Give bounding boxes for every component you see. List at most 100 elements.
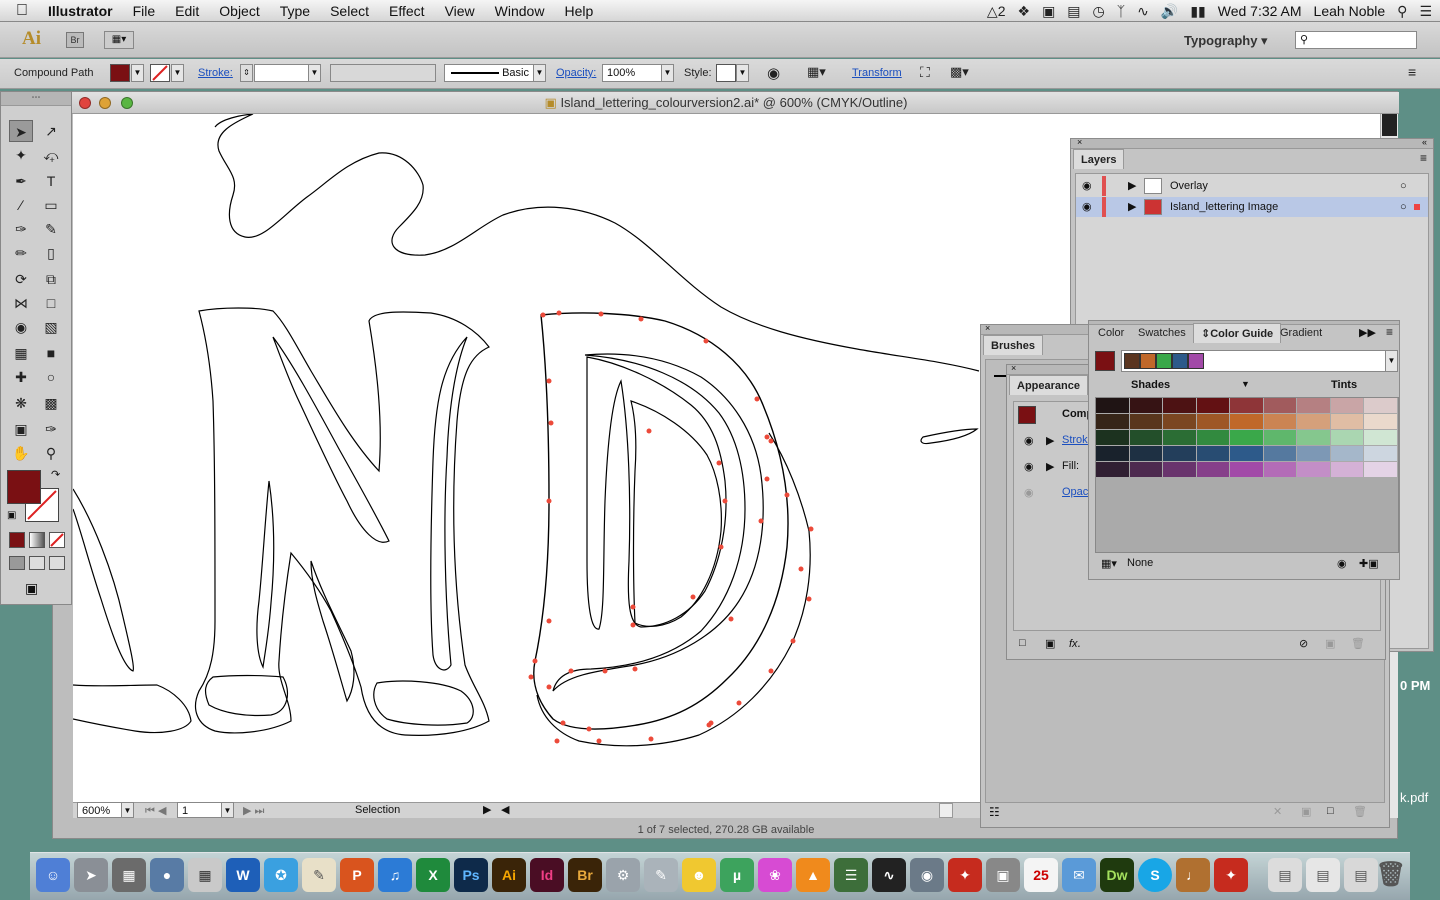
variation-swatch[interactable] [1364, 398, 1397, 413]
harmony-dropdown-arrow[interactable]: ▼ [1385, 350, 1398, 372]
hand-tool-icon[interactable]: ✋ [9, 442, 33, 464]
eraser-tool-icon[interactable]: ▯ [39, 242, 63, 264]
column-graph-tool-icon[interactable]: ▩ [39, 392, 63, 414]
scroll-up-arrow[interactable] [1382, 114, 1397, 136]
shades-tints-arrow-icon[interactable]: ▼ [1241, 379, 1250, 389]
variation-swatch[interactable] [1196, 446, 1229, 461]
menu-effect[interactable]: Effect [379, 3, 435, 19]
layer-name[interactable]: Overlay [1170, 176, 1208, 196]
horizontal-scroll-thumb[interactable] [939, 803, 953, 818]
color-guide-menu-icon[interactable]: ≡ [1386, 325, 1393, 339]
layer-row-island-lettering[interactable]: ◉ ▶ Island_lettering Image ○ [1076, 197, 1428, 217]
bluetooth-icon[interactable]: ᛉ [1117, 3, 1125, 19]
preview-icon[interactable]: ✎ [644, 858, 678, 892]
brush-definition-dropdown[interactable]: Basic [444, 64, 534, 82]
default-colors-icon[interactable]: ▣ [7, 510, 16, 521]
variation-swatch[interactable] [1129, 414, 1162, 429]
spotlight-icon[interactable]: ⚲ [1397, 3, 1407, 20]
new-brush-icon[interactable]: □ [1327, 805, 1334, 817]
layers-collapse-icon[interactable]: « [1422, 137, 1427, 147]
zoom-dropdown-arrow[interactable]: ▼ [121, 802, 134, 818]
menu-object[interactable]: Object [209, 3, 269, 19]
gradient-tool-icon[interactable]: ■ [39, 342, 63, 364]
save-color-group-icon[interactable]: ✚▣ [1359, 557, 1379, 570]
variation-swatch[interactable] [1330, 414, 1363, 429]
dreamweaver-icon[interactable]: Dw [1100, 858, 1134, 892]
variation-swatch[interactable] [1129, 430, 1162, 445]
acrobat-reader-icon[interactable]: ✦ [948, 858, 982, 892]
expand-triangle-icon[interactable]: ▶ [1128, 197, 1136, 217]
stroke-weight-input[interactable] [254, 64, 310, 82]
word-icon[interactable]: W [226, 858, 260, 892]
brush-libraries-icon[interactable]: ☷ [989, 805, 1000, 819]
variation-swatch[interactable] [1163, 430, 1196, 445]
garageband-icon[interactable]: ♩ [1176, 858, 1210, 892]
variation-swatch[interactable] [1129, 398, 1162, 413]
menu-file[interactable]: File [123, 3, 166, 19]
variation-swatch[interactable] [1163, 462, 1196, 477]
type-tool-icon[interactable]: T [39, 170, 63, 192]
activity-monitor-icon[interactable]: ∿ [872, 858, 906, 892]
expand-triangle-icon[interactable]: ▶ [1128, 176, 1136, 196]
cyberduck-icon[interactable]: ☻ [682, 858, 716, 892]
transform-link[interactable]: Transform [852, 67, 902, 79]
mesh-tool-icon[interactable]: ▦ [9, 342, 33, 364]
scroll-left-arrow[interactable]: ◀ [501, 803, 509, 816]
screen-icon[interactable]: ▤ [1067, 3, 1080, 20]
layers-panel-titlebar[interactable]: × « [1071, 137, 1433, 149]
opacity-attribute-link[interactable]: Opaci [1062, 486, 1091, 498]
safari-icon[interactable]: ✪ [264, 858, 298, 892]
skype-icon[interactable]: S [1138, 858, 1172, 892]
adobe-tray-icon[interactable]: △2 [987, 3, 1006, 20]
bridge-button[interactable]: Br [66, 32, 84, 48]
variation-swatch[interactable] [1196, 430, 1229, 445]
variation-swatch[interactable] [1330, 430, 1363, 445]
visibility-eye-icon[interactable]: ◉ [1082, 197, 1092, 217]
variation-swatch[interactable] [1330, 398, 1363, 413]
envelope-icon[interactable]: ▩▾ [950, 64, 969, 80]
illustrator-dock-icon[interactable]: Ai [492, 858, 526, 892]
variation-swatch[interactable] [1263, 430, 1296, 445]
photoshop-icon[interactable]: Ps [454, 858, 488, 892]
variation-swatch[interactable] [1230, 398, 1263, 413]
clear-appearance-icon[interactable]: ⊘ [1299, 637, 1308, 650]
clock[interactable]: Wed 7:32 AM [1218, 3, 1302, 19]
calculator-icon[interactable]: ▦ [188, 858, 222, 892]
stroke-weight-dropdown[interactable]: ▼ [308, 64, 321, 82]
slice-tool-icon[interactable]: ✑ [39, 418, 63, 440]
time-machine-icon[interactable]: ◷ [1093, 3, 1105, 20]
tab-color[interactable]: Color [1091, 323, 1131, 343]
pdf-stack-icon[interactable]: ▤ [1344, 858, 1378, 892]
add-new-effect-icon[interactable]: fx․ [1069, 637, 1081, 650]
more-tabs-icon[interactable]: ▶▶ [1359, 326, 1376, 339]
fill-swatch[interactable] [110, 64, 130, 82]
edit-colors-icon[interactable]: ◉ [1337, 557, 1347, 570]
first-artboard-button[interactable]: ⏮ ◀ [145, 804, 166, 818]
pinwheel-app-icon[interactable]: ❀ [758, 858, 792, 892]
screen-mode-icon[interactable]: ▣ [25, 580, 38, 597]
variation-swatch[interactable] [1297, 462, 1330, 477]
scale-tool-icon[interactable]: ⧉ [39, 268, 63, 290]
brushes-close-icon[interactable]: × [985, 323, 990, 333]
utorrent-icon[interactable]: µ [720, 858, 754, 892]
none-mode-button[interactable] [49, 532, 65, 548]
opacity-dropdown-arrow[interactable]: ▼ [661, 64, 674, 82]
variation-swatch[interactable] [1364, 414, 1397, 429]
direct-selection-tool-icon[interactable]: ↗ [39, 120, 63, 142]
help-search-input[interactable]: ⚲ [1295, 31, 1417, 49]
isolate-icon[interactable]: ⛶ [920, 64, 930, 81]
indesign-icon[interactable]: Id [530, 858, 564, 892]
stroke-label-link[interactable]: Stroke: [198, 67, 233, 79]
visibility-eye-icon[interactable]: ◉ [1082, 176, 1092, 196]
menu-type[interactable]: Type [270, 3, 320, 19]
battery-icon[interactable]: ▮▮ [1190, 3, 1205, 20]
calendar-icon[interactable]: 25 [1024, 858, 1058, 892]
pencil-tool-icon[interactable]: ✎ [39, 218, 63, 240]
layer-target-icon[interactable]: ○ [1400, 197, 1407, 217]
variation-swatch[interactable] [1297, 446, 1330, 461]
align-icon[interactable]: ▦▾ [807, 64, 826, 80]
tab-gradient[interactable]: Gradient [1273, 323, 1329, 343]
variation-swatch[interactable] [1297, 430, 1330, 445]
variation-swatch[interactable] [1364, 446, 1397, 461]
color-variations-grid[interactable] [1095, 397, 1399, 553]
